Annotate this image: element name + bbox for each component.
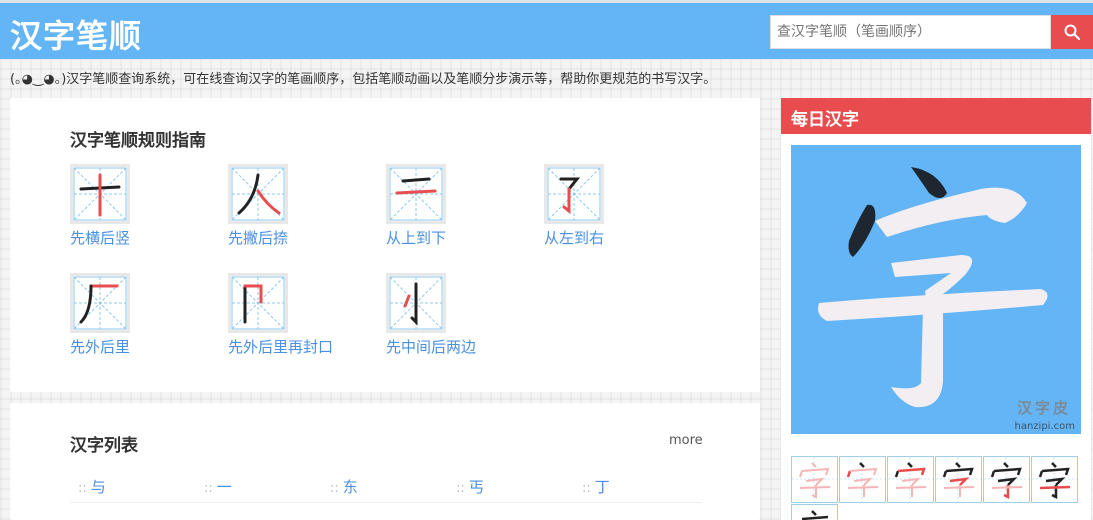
page: 汉字笔顺 (｡◕‿◕｡)汉字笔顺查询系统，可在线查询汉字的笔画顺序，包括笔顺动画… <box>0 0 1093 520</box>
stroke-step[interactable] <box>935 456 982 503</box>
site-description: (｡◕‿◕｡)汉字笔顺查询系统，可在线查询汉字的笔画顺序，包括笔顺动画以及笔顺分… <box>10 72 717 87</box>
list-item[interactable]: :: 与 <box>78 476 106 497</box>
rule-thumbnail <box>228 273 288 333</box>
daily-char-panel: 每日汉字 汉字皮 hanzipi.com <box>781 98 1091 520</box>
rule-item-left-right[interactable]: 从左到右 <box>544 164 694 254</box>
list-item[interactable]: :: 东 <box>330 476 358 497</box>
list-item[interactable]: :: 丁 <box>582 476 610 497</box>
char-list: :: 与 :: 一 :: 东 :: 丐 :: 丁 <box>70 473 702 503</box>
rule-thumbnail <box>70 273 130 333</box>
rule-label[interactable]: 先横后竖 <box>70 227 130 248</box>
rule-thumbnail <box>386 164 446 224</box>
rule-label[interactable]: 先撇后捺 <box>228 227 288 248</box>
rule-label[interactable]: 先中间后两边 <box>386 336 476 357</box>
stroke-grid-icon <box>389 276 443 330</box>
stroke-grid-icon <box>231 276 285 330</box>
list-item[interactable]: :: 一 <box>204 476 232 497</box>
daily-char-image[interactable]: 汉字皮 hanzipi.com <box>791 145 1081 434</box>
site-logo[interactable]: 汉字笔顺 <box>10 11 142 57</box>
stroke-step[interactable] <box>983 456 1030 503</box>
stroke-step[interactable] <box>791 456 838 503</box>
rule-item-pie-na[interactable]: 先撇后捺 <box>228 164 378 254</box>
stroke-rules-card: 汉字笔顺规则指南 先横后竖 先撇后捺 从上到下 从左到右 先外后里 先外后里再封… <box>10 98 760 392</box>
rules-section-title: 汉字笔顺规则指南 <box>70 131 206 151</box>
stroke-step[interactable] <box>887 456 934 503</box>
more-link[interactable]: more <box>669 433 703 448</box>
rule-thumbnail <box>70 164 130 224</box>
stroke-steps <box>791 456 1081 520</box>
list-item[interactable]: :: 丐 <box>456 476 484 497</box>
stroke-step[interactable] <box>1031 456 1078 503</box>
search-icon <box>1064 24 1080 40</box>
list-section-title: 汉字列表 <box>70 436 138 456</box>
search-button[interactable] <box>1051 15 1093 49</box>
rule-thumbnail <box>386 273 446 333</box>
stroke-grid-icon <box>389 167 443 221</box>
rule-label[interactable]: 从左到右 <box>544 227 604 248</box>
stroke-step[interactable] <box>791 504 838 520</box>
watermark-url: hanzipi.com <box>1014 421 1076 432</box>
stroke-grid-icon <box>73 167 127 221</box>
stroke-step[interactable] <box>839 456 886 503</box>
rule-label[interactable]: 先外后里 <box>70 336 130 357</box>
stroke-grid-icon <box>231 167 285 221</box>
rule-thumbnail <box>544 164 604 224</box>
search-input[interactable] <box>770 15 1051 49</box>
header: 汉字笔顺 <box>0 3 1093 59</box>
rule-item-middle-sides[interactable]: 先中间后两边 <box>386 273 536 363</box>
rule-item-outside-inside[interactable]: 先外后里 <box>70 273 220 363</box>
char-list-card: 汉字列表 more :: 与 :: 一 :: 东 :: 丐 :: 丁 <box>10 403 760 520</box>
watermark: 汉字皮 <box>1016 399 1071 417</box>
rule-item-top-bottom[interactable]: 从上到下 <box>386 164 536 254</box>
rule-item-outside-inside-close[interactable]: 先外后里再封口 <box>228 273 378 363</box>
stroke-grid-icon <box>73 276 127 330</box>
daily-char-title: 每日汉字 <box>781 98 1091 134</box>
stroke-grid-icon <box>547 167 601 221</box>
rule-thumbnail <box>228 164 288 224</box>
rule-label[interactable]: 先外后里再封口 <box>228 336 333 357</box>
rule-item-heng-shu[interactable]: 先横后竖 <box>70 164 220 254</box>
rule-label[interactable]: 从上到下 <box>386 227 446 248</box>
char-zi-illustration <box>818 167 1048 408</box>
